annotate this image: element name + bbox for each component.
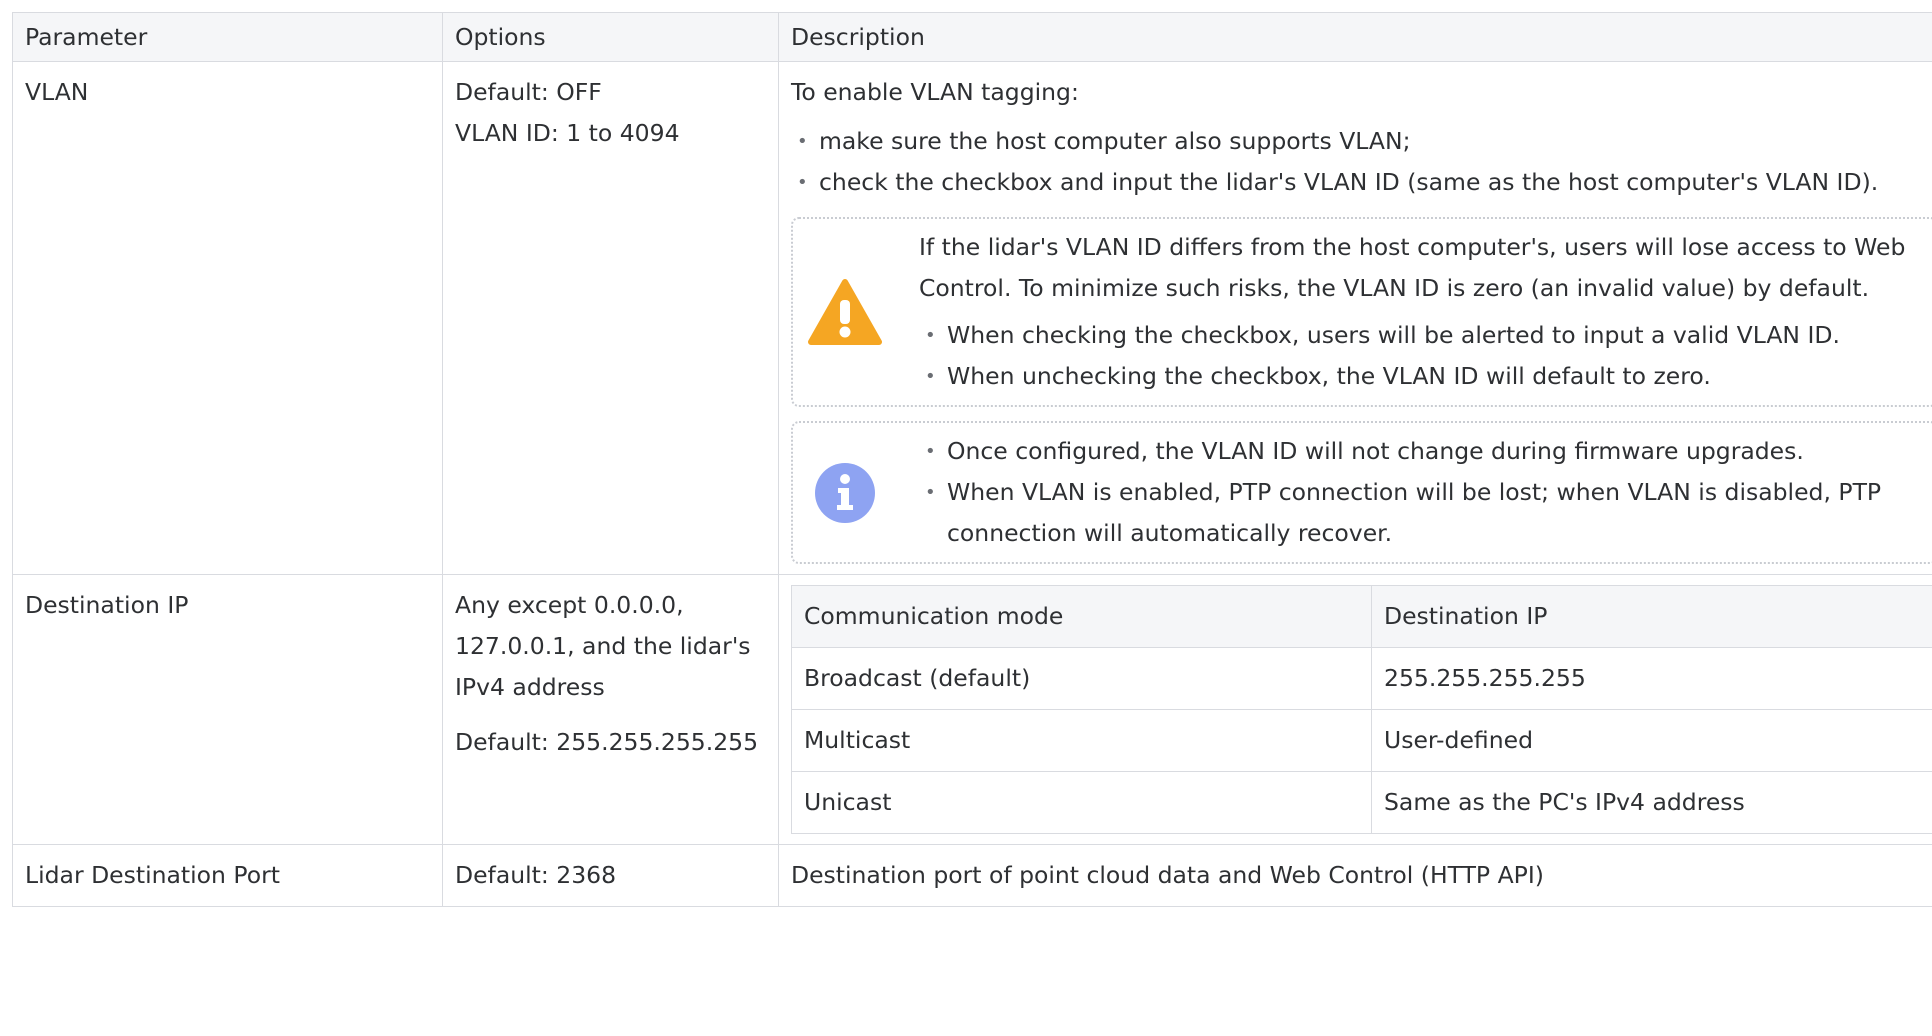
- communication-mode-table: Communication mode Destination IP Broadc…: [791, 585, 1932, 834]
- info-callout: Once configured, the VLAN ID will not ch…: [791, 421, 1932, 564]
- list-item: Once configured, the VLAN ID will not ch…: [919, 431, 1922, 472]
- warning-callout: If the lidar's VLAN ID differs from the …: [791, 217, 1932, 407]
- mode-cell: Broadcast (default): [791, 647, 1372, 710]
- header-options: Options: [442, 12, 779, 62]
- warning-text: If the lidar's VLAN ID differs from the …: [919, 233, 1906, 302]
- option-vlan-id-range: VLAN ID: 1 to 4094: [455, 119, 680, 147]
- description-cell: Communication mode Destination IP Broadc…: [778, 574, 1932, 845]
- table-row-lidar-destination-port: Lidar Destination Port Default: 2368 Des…: [12, 844, 1932, 907]
- description-cell: Destination port of point cloud data and…: [778, 844, 1932, 907]
- options-cell: Default: OFF VLAN ID: 1 to 4094: [442, 61, 779, 575]
- document-page: Parameter Options Description VLAN Defau…: [12, 12, 1932, 907]
- mode-cell: Multicast: [791, 709, 1372, 772]
- option-allowed-values: Any except 0.0.0.0, 127.0.0.1, and the l…: [455, 591, 751, 701]
- info-bullet-list: Once configured, the VLAN ID will not ch…: [919, 431, 1922, 554]
- table-row-destination-ip: Destination IP Any except 0.0.0.0, 127.0…: [12, 574, 1932, 845]
- parameter-cell: Destination IP: [12, 574, 443, 845]
- header-destination-ip: Destination IP: [1371, 585, 1932, 648]
- table-row: Unicast Same as the PC's IPv4 address: [791, 771, 1932, 834]
- table-row: Multicast User-defined: [791, 709, 1932, 772]
- header-communication-mode: Communication mode: [791, 585, 1372, 648]
- table-row-vlan: VLAN Default: OFF VLAN ID: 1 to 4094 To …: [12, 61, 1932, 575]
- list-item: When unchecking the checkbox, the VLAN I…: [919, 356, 1922, 397]
- ip-cell: User-defined: [1371, 709, 1932, 772]
- parameters-table: Parameter Options Description VLAN Defau…: [12, 12, 1932, 907]
- option-default: Default: OFF: [455, 78, 602, 106]
- parameter-cell: VLAN: [12, 61, 443, 575]
- header-description: Description: [778, 12, 1932, 62]
- description-cell: To enable VLAN tagging: make sure the ho…: [778, 61, 1932, 575]
- ip-cell: 255.255.255.255: [1371, 647, 1932, 710]
- list-item: When VLAN is enabled, PTP connection wil…: [919, 472, 1922, 554]
- mode-cell: Unicast: [791, 771, 1372, 834]
- warning-icon: [803, 270, 887, 354]
- parameter-cell: Lidar Destination Port: [12, 844, 443, 907]
- description-bullet-list: make sure the host computer also support…: [791, 121, 1924, 203]
- inner-table-header-row: Communication mode Destination IP: [791, 585, 1932, 648]
- description-intro: To enable VLAN tagging:: [791, 78, 1079, 106]
- table-header-row: Parameter Options Description: [12, 12, 1932, 62]
- info-icon: [803, 451, 887, 535]
- list-item: When checking the checkbox, users will b…: [919, 315, 1922, 356]
- list-item: check the checkbox and input the lidar's…: [791, 162, 1924, 203]
- options-cell: Default: 2368: [442, 844, 779, 907]
- list-item: make sure the host computer also support…: [791, 121, 1924, 162]
- option-default: Default: 255.255.255.255: [455, 728, 759, 756]
- header-parameter: Parameter: [12, 12, 443, 62]
- warning-bullet-list: When checking the checkbox, users will b…: [919, 315, 1922, 397]
- options-cell: Any except 0.0.0.0, 127.0.0.1, and the l…: [442, 574, 779, 845]
- ip-cell: Same as the PC's IPv4 address: [1371, 771, 1932, 834]
- table-row: Broadcast (default) 255.255.255.255: [791, 647, 1932, 710]
